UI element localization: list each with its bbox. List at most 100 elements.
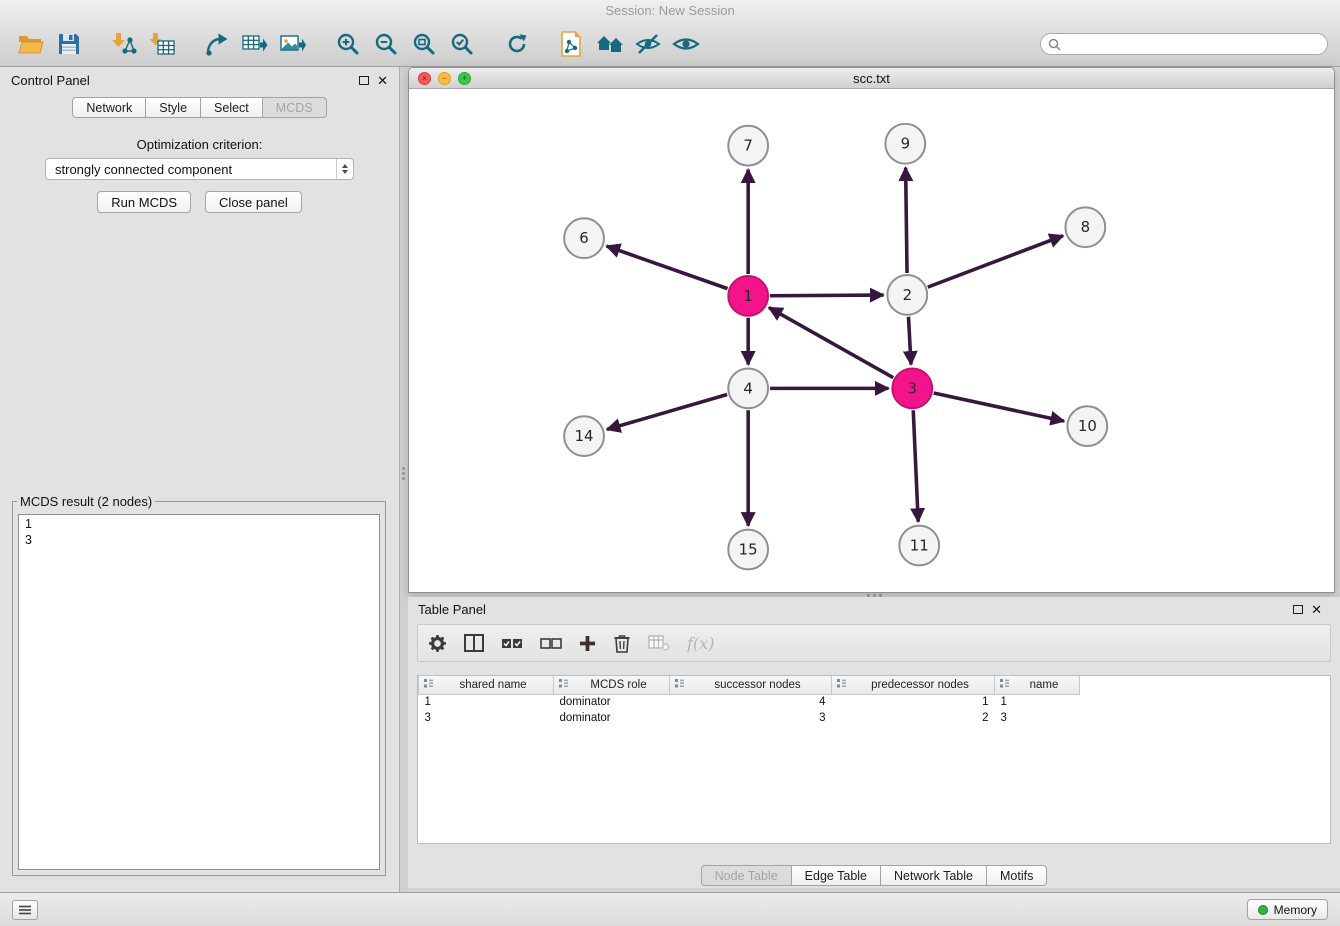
table-tab-network-table[interactable]: Network Table xyxy=(881,865,987,886)
app-titlebar[interactable]: Session: New Session xyxy=(0,0,1340,22)
graph-node-8[interactable]: 8 xyxy=(1065,207,1105,247)
show-graphics-details-button[interactable] xyxy=(667,25,705,63)
column-header-MCDS-role[interactable]: MCDS role xyxy=(554,676,670,694)
edge-3-10[interactable] xyxy=(934,393,1064,421)
edge-2-8[interactable] xyxy=(928,236,1063,287)
export-table-icon xyxy=(242,32,268,56)
edge-1-2[interactable] xyxy=(770,295,883,296)
graph-node-4[interactable]: 4 xyxy=(728,368,768,408)
zoom-out-button[interactable] xyxy=(367,25,405,63)
close-table-panel-icon[interactable]: ✕ xyxy=(1311,603,1322,616)
deselect-all-rows-button[interactable] xyxy=(540,628,562,658)
column-header-predecessor-nodes[interactable]: predecessor nodes xyxy=(832,676,995,694)
window-close-button[interactable] xyxy=(418,72,431,85)
zoom-selected-button[interactable] xyxy=(443,25,481,63)
add-column-button[interactable] xyxy=(579,628,596,658)
graph-node-10[interactable]: 10 xyxy=(1067,406,1107,446)
graph-node-3[interactable]: 3 xyxy=(892,368,932,408)
table-cell[interactable]: 3 xyxy=(670,710,832,726)
import-network-button[interactable] xyxy=(105,25,143,63)
export-table-button[interactable] xyxy=(236,25,274,63)
table-row[interactable]: 3dominator323 xyxy=(419,710,1080,726)
zoom-fit-button[interactable] xyxy=(405,25,443,63)
svg-text:15: 15 xyxy=(739,540,758,558)
graph-node-2[interactable]: 2 xyxy=(887,275,927,315)
float-panel-icon[interactable] xyxy=(359,76,369,85)
edge-2-3[interactable] xyxy=(908,317,911,365)
table-cell[interactable]: 1 xyxy=(832,694,995,710)
show-column-panel-button[interactable] xyxy=(464,628,484,658)
graph-svg[interactable]: 7 9 6 8 1 2 4 3 14 10 15 11 xyxy=(409,89,1334,592)
table-tab-node-table[interactable]: Node Table xyxy=(701,865,792,886)
export-image-button[interactable] xyxy=(274,25,312,63)
close-panel-button[interactable]: Close panel xyxy=(205,191,302,213)
table-cell[interactable]: 2 xyxy=(832,710,995,726)
edge-1-6[interactable] xyxy=(607,246,728,289)
network-canvas[interactable]: 7 9 6 8 1 2 4 3 14 10 15 11 xyxy=(409,89,1334,592)
import-network-icon xyxy=(111,32,137,56)
table-cell[interactable]: 3 xyxy=(419,710,554,726)
graph-node-6[interactable]: 6 xyxy=(564,218,604,258)
close-panel-icon[interactable]: ✕ xyxy=(377,74,388,87)
table-tab-edge-table[interactable]: Edge Table xyxy=(792,865,881,886)
delete-table-button[interactable] xyxy=(648,628,670,658)
network-from-document-button[interactable] xyxy=(553,25,591,63)
column-header-shared-name[interactable]: shared name xyxy=(419,676,554,694)
open-folder-button[interactable] xyxy=(12,25,50,63)
control-panel: Control Panel ✕ NetworkStyleSelectMCDS O… xyxy=(0,67,400,892)
svg-text:4: 4 xyxy=(743,379,752,397)
delete-table-icon xyxy=(648,634,670,652)
zoom-in-button[interactable] xyxy=(329,25,367,63)
criterion-select[interactable]: strongly connected component xyxy=(45,158,354,180)
home-views-button[interactable] xyxy=(591,25,629,63)
edge-4-14[interactable] xyxy=(607,394,727,429)
column-header-successor-nodes[interactable]: successor nodes xyxy=(670,676,832,694)
table-tab-motifs[interactable]: Motifs xyxy=(987,865,1047,886)
table-cell[interactable]: dominator xyxy=(554,694,670,710)
edge-3-1[interactable] xyxy=(769,308,893,378)
table-row[interactable]: 1dominator411 xyxy=(419,694,1080,710)
delete-column-button[interactable] xyxy=(613,628,631,658)
graph-node-14[interactable]: 14 xyxy=(564,416,604,456)
settings-gear-button[interactable] xyxy=(428,628,447,658)
tab-select[interactable]: Select xyxy=(201,97,263,118)
table-cell[interactable]: 4 xyxy=(670,694,832,710)
export-network-button[interactable] xyxy=(198,25,236,63)
refresh-view-button[interactable] xyxy=(498,25,536,63)
graph-node-9[interactable]: 9 xyxy=(885,124,925,164)
import-table-button[interactable] xyxy=(143,25,181,63)
network-view-window: scc.txt 7 9 6 8 1 2 4 3 14 10 15 11 xyxy=(408,67,1335,593)
network-window-titlebar[interactable]: scc.txt xyxy=(409,68,1334,89)
save-session-button[interactable] xyxy=(50,25,88,63)
column-header-name[interactable]: name xyxy=(995,676,1080,694)
memory-button[interactable]: Memory xyxy=(1247,899,1328,920)
tab-mcds[interactable]: MCDS xyxy=(263,97,327,118)
vertical-splitter[interactable] xyxy=(400,67,408,892)
select-all-rows-button[interactable] xyxy=(501,628,523,658)
control-panel-header: Control Panel ✕ xyxy=(0,67,399,93)
fx-icon: f(x) xyxy=(687,634,714,653)
table-cell[interactable]: 3 xyxy=(995,710,1080,726)
graph-node-11[interactable]: 11 xyxy=(899,526,939,566)
mcds-result-textarea[interactable]: 1 3 xyxy=(18,514,380,870)
graph-node-15[interactable]: 15 xyxy=(728,530,768,570)
run-mcds-button[interactable]: Run MCDS xyxy=(97,191,191,213)
graph-node-7[interactable]: 7 xyxy=(728,126,768,166)
search-input[interactable] xyxy=(1040,33,1328,55)
edge-3-11[interactable] xyxy=(913,410,918,521)
float-table-panel-icon[interactable] xyxy=(1293,605,1303,614)
window-zoom-button[interactable] xyxy=(458,72,471,85)
edge-2-9[interactable] xyxy=(906,168,907,273)
graph-node-1[interactable]: 1 xyxy=(728,276,768,316)
table-cell[interactable]: 1 xyxy=(419,694,554,710)
tab-style[interactable]: Style xyxy=(146,97,201,118)
network-from-document-icon xyxy=(560,31,584,57)
vertical-splitter-grip[interactable] xyxy=(402,465,405,482)
tab-network[interactable]: Network xyxy=(72,97,146,118)
window-minimize-button[interactable] xyxy=(438,72,451,85)
style-preview-button[interactable] xyxy=(629,25,667,63)
table-cell[interactable]: 1 xyxy=(995,694,1080,710)
table-cell[interactable]: dominator xyxy=(554,710,670,726)
show-hide-panels-button[interactable] xyxy=(12,900,38,920)
function-builder-button[interactable]: f(x) xyxy=(687,628,714,658)
